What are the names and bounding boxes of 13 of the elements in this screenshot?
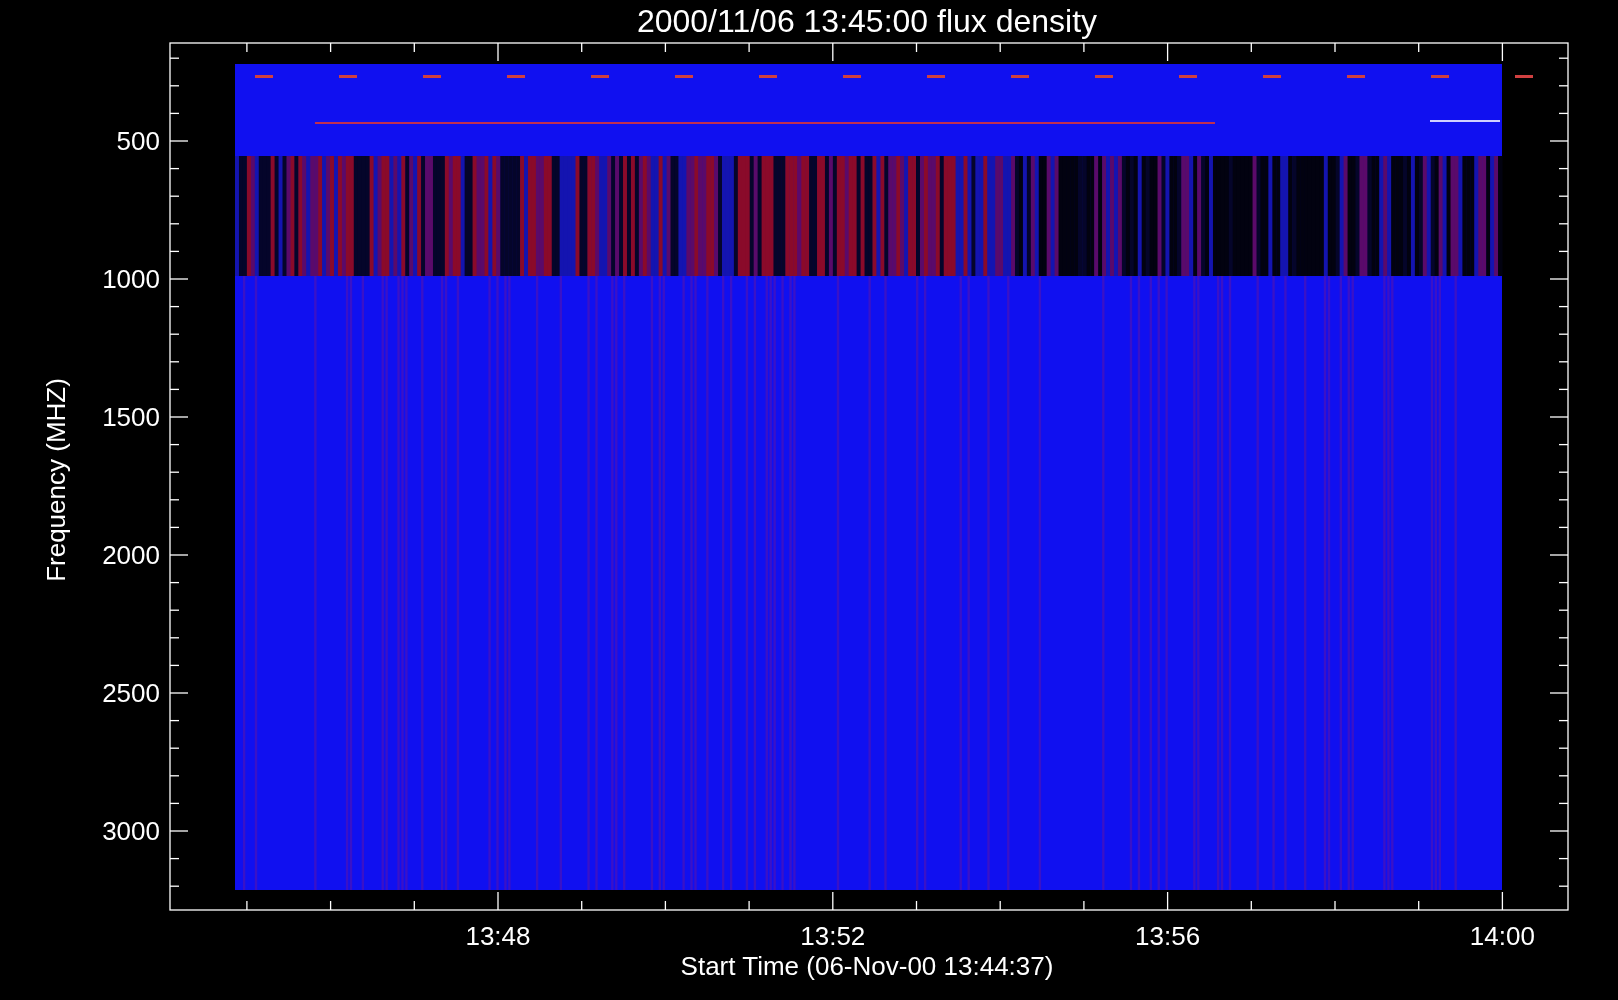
y-tick-label: 500 (116, 126, 160, 156)
x-tick-label: 14:00 (1469, 921, 1535, 951)
x-axis-label: Start Time (06-Nov-00 13:44:37) (680, 951, 1054, 981)
y-tick-label: 2000 (102, 540, 160, 570)
y-tick-label: 3000 (102, 816, 160, 846)
y-axis-label: Frequency (MHZ) (41, 378, 71, 582)
x-tick-label: 13:56 (1135, 921, 1201, 951)
x-tick-label: 13:52 (800, 921, 866, 951)
y-tick-label: 2500 (102, 678, 160, 708)
y-tick-label: 1500 (102, 402, 160, 432)
x-tick-label: 13:48 (465, 921, 531, 951)
chart-title: 2000/11/06 13:45:00 flux density (636, 3, 1098, 39)
y-tick-label: 1000 (102, 264, 160, 294)
